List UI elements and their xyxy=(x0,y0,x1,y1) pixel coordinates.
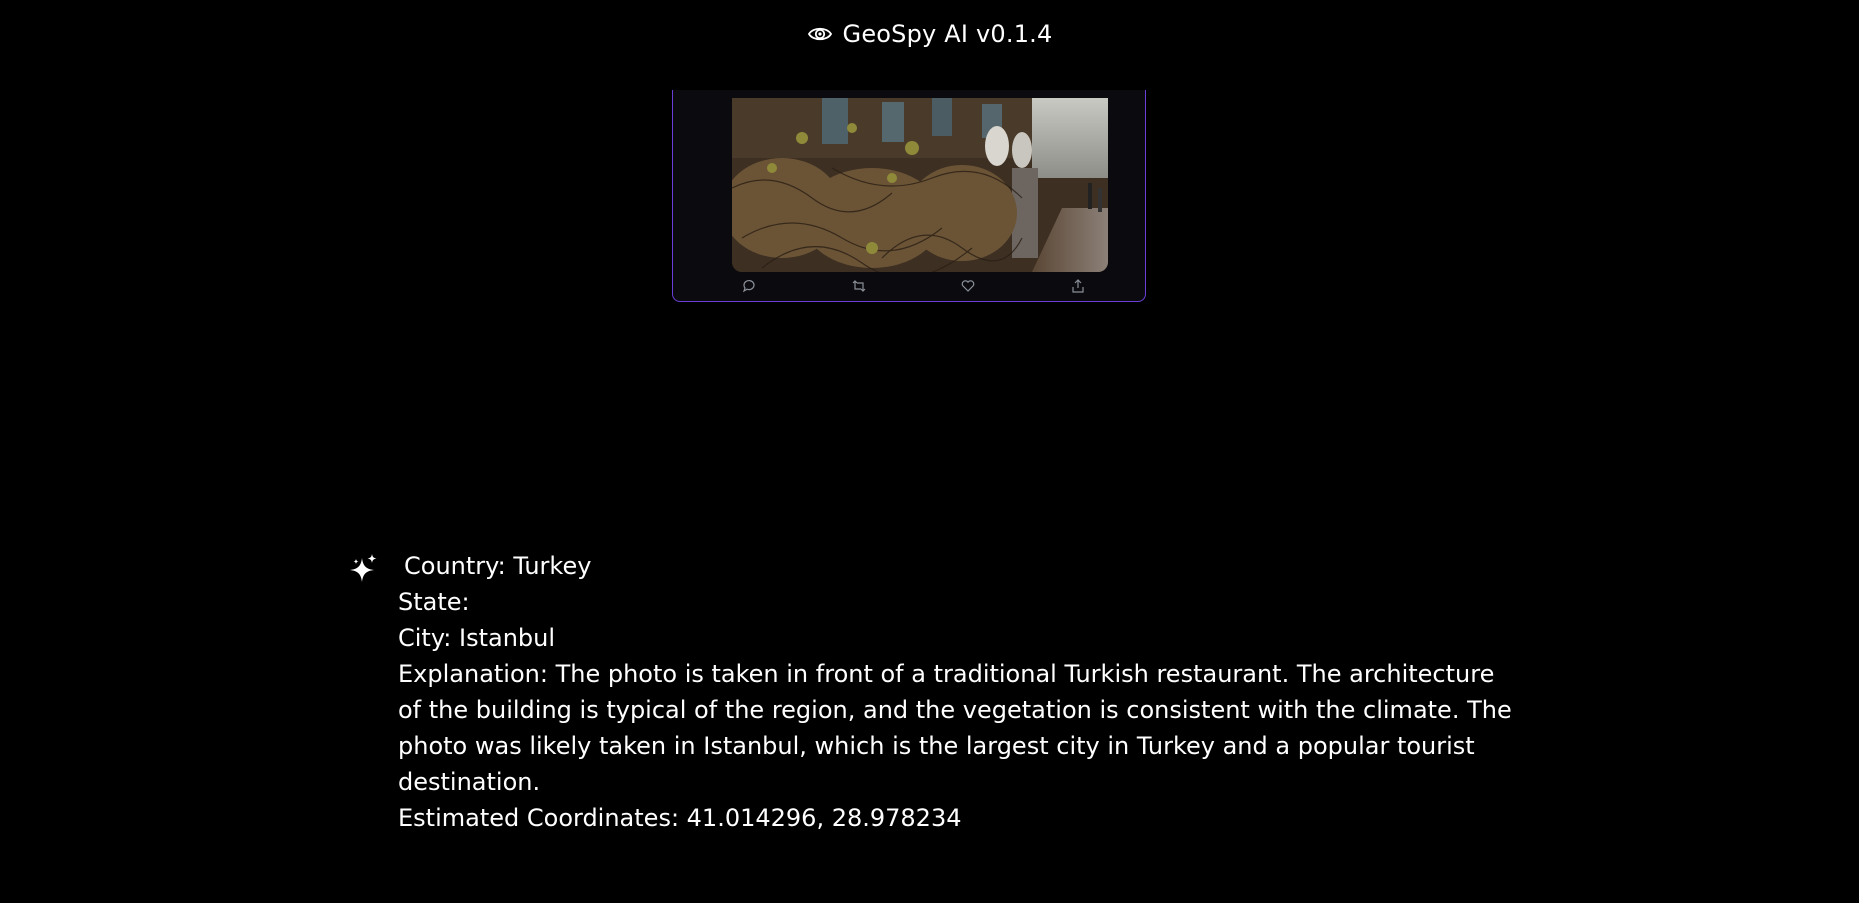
state-line: State: xyxy=(398,588,470,616)
retweet-icon[interactable] xyxy=(849,276,869,296)
app-title: GeoSpy AI v0.1.4 xyxy=(842,20,1053,48)
uploaded-photo xyxy=(732,98,1108,272)
heart-icon[interactable] xyxy=(958,276,978,296)
sparkle-icon xyxy=(348,552,380,584)
coordinates-line: Estimated Coordinates: 41.014296, 28.978… xyxy=(398,804,962,832)
tweet-card xyxy=(672,90,1146,302)
city-line: City: Istanbul xyxy=(398,624,556,652)
eye-icon xyxy=(807,21,833,47)
tweet-actions xyxy=(673,276,1145,298)
reply-icon[interactable] xyxy=(739,276,759,296)
explanation-line: Explanation: The photo is taken in front… xyxy=(398,660,1512,796)
result-text: Country: Turkey State: City: Istanbul Ex… xyxy=(398,548,1518,836)
country-line: Country: Turkey xyxy=(404,552,592,580)
share-icon[interactable] xyxy=(1068,276,1088,296)
app-header: GeoSpy AI v0.1.4 xyxy=(0,0,1859,68)
